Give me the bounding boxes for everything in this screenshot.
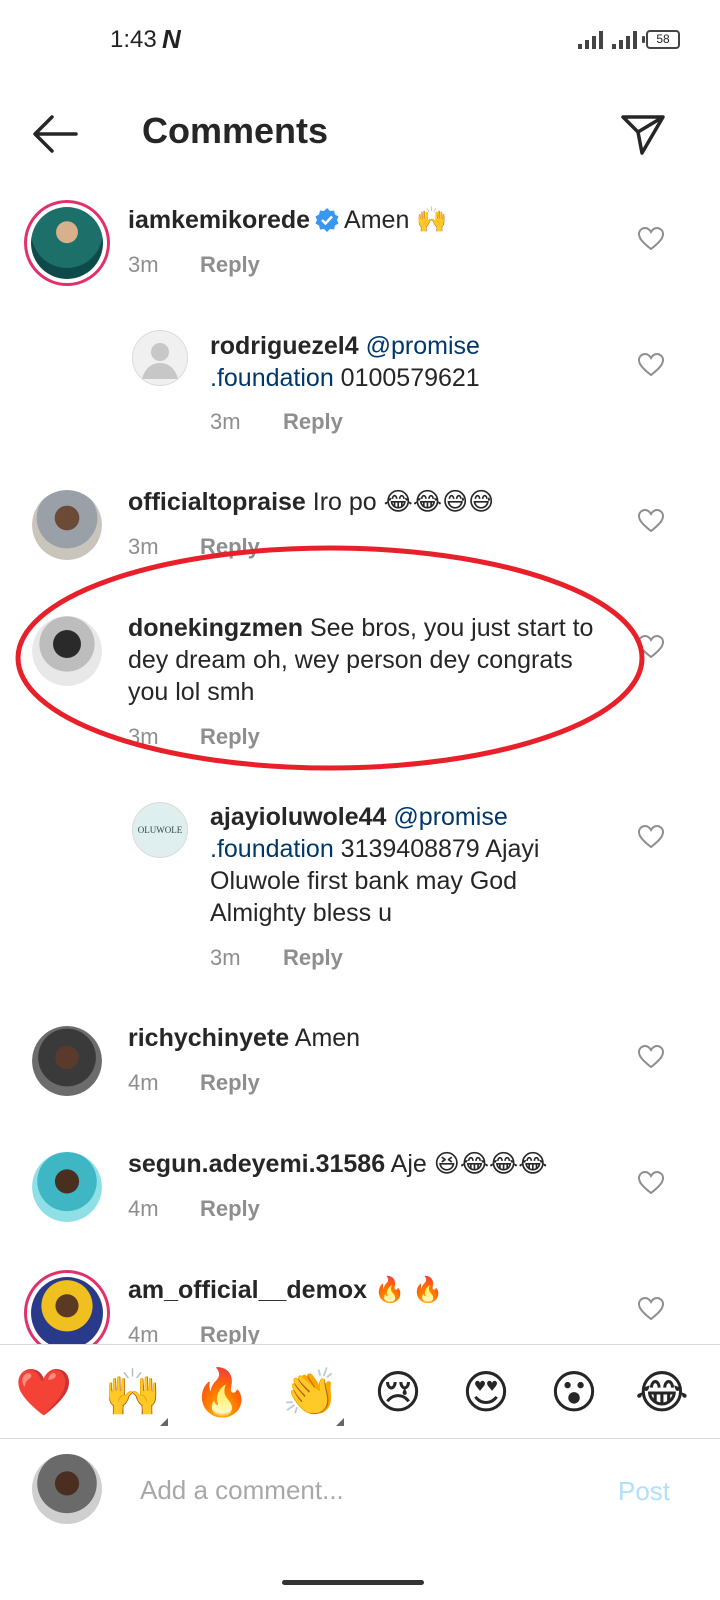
status-bar: 1:43 N 58 — [0, 0, 720, 80]
avatar[interactable] — [24, 200, 110, 286]
like-heart-icon[interactable] — [638, 508, 664, 534]
post-button[interactable]: Post — [618, 1476, 670, 1507]
like-heart-icon[interactable] — [638, 1044, 664, 1070]
comment-username[interactable]: ajayioluwole44 — [210, 803, 386, 831]
avatar[interactable] — [32, 1026, 102, 1096]
like-heart-icon[interactable] — [638, 1296, 664, 1322]
back-arrow-icon[interactable] — [30, 112, 80, 156]
emoji-variants-caret — [336, 1418, 344, 1426]
send-icon[interactable] — [618, 108, 668, 158]
comment-composer: Post — [0, 1440, 720, 1550]
network-type-icon: N — [162, 24, 181, 54]
comment-time: 4m — [128, 1070, 159, 1095]
emoji-variants-caret — [160, 1418, 168, 1426]
reply-button[interactable]: Reply — [283, 409, 343, 435]
comment-username[interactable]: iamkemikorede — [128, 206, 310, 234]
avatar[interactable] — [24, 1270, 110, 1344]
reply-button[interactable]: Reply — [200, 1196, 260, 1222]
emoji-laughing-button[interactable]: 😂 — [632, 1362, 692, 1422]
divider — [0, 1344, 720, 1345]
comment-text: 0100579621 — [340, 364, 480, 392]
comment-time: 4m — [128, 1322, 159, 1344]
reply-button[interactable]: Reply — [200, 252, 260, 278]
avatar-logo-text: OLUWOLE — [137, 825, 183, 835]
comment-text: 🔥 🔥 — [373, 1276, 444, 1304]
header: Comments — [0, 90, 720, 180]
comment-item: am_official__demox 🔥 🔥 4m Reply — [0, 1260, 720, 1344]
avatar[interactable] — [132, 330, 188, 386]
comment-text: Amen 🙌 — [344, 206, 448, 234]
current-user-avatar — [32, 1454, 102, 1524]
default-avatar-icon — [142, 343, 178, 379]
signal-icon-2 — [612, 31, 637, 49]
emoji-fire-button[interactable]: 🔥 — [192, 1362, 252, 1422]
avatar[interactable]: OLUWOLE — [132, 802, 188, 858]
comment-username[interactable]: richychinyete — [128, 1024, 289, 1052]
add-comment-input[interactable] — [140, 1470, 580, 1510]
battery-icon: 58 — [642, 30, 680, 49]
like-heart-icon[interactable] — [638, 352, 664, 378]
emoji-quick-bar: ❤️ 🙌 🔥 👏 😢 😍 😮 😂 — [0, 1346, 720, 1438]
comment-time: 3m — [128, 252, 159, 277]
comment-username[interactable]: officialtopraise — [128, 488, 306, 516]
comment-time: 3m — [210, 945, 241, 970]
comment-time: 3m — [210, 409, 241, 434]
like-heart-icon[interactable] — [638, 824, 664, 850]
comment-time: 4m — [128, 1196, 159, 1221]
reply-button[interactable]: Reply — [200, 1070, 260, 1096]
avatar[interactable] — [32, 1152, 102, 1222]
like-heart-icon[interactable] — [638, 1170, 664, 1196]
verified-badge-icon — [315, 208, 339, 232]
comment-username[interactable]: segun.adeyemi.31586 — [128, 1150, 385, 1178]
emoji-heart-eyes-button[interactable]: 😍 — [456, 1362, 516, 1422]
comment-text: Iro po 😂😂😅😅 — [312, 488, 495, 516]
home-indicator[interactable] — [282, 1580, 424, 1585]
comment-username[interactable]: rodriguezel4 — [210, 332, 359, 360]
reply-button[interactable]: Reply — [283, 945, 343, 971]
emoji-surprised-button[interactable]: 😮 — [544, 1362, 604, 1422]
page-title: Comments — [142, 110, 329, 151]
status-time: 1:43 — [110, 26, 157, 53]
signal-icon — [578, 31, 603, 49]
like-heart-icon[interactable] — [638, 226, 664, 252]
emoji-clapping-button[interactable]: 👏 — [281, 1362, 341, 1422]
divider — [0, 1438, 720, 1439]
comment-text: Aje 😆😂😂😂 — [390, 1150, 548, 1178]
reply-button[interactable]: Reply — [200, 1322, 260, 1344]
emoji-crying-button[interactable]: 😢 — [368, 1362, 428, 1422]
emoji-raising-hands-button[interactable]: 🙌 — [103, 1362, 163, 1422]
red-highlight-ellipse — [15, 545, 645, 771]
comment-text: Amen — [294, 1024, 361, 1052]
emoji-heart-button[interactable]: ❤️ — [14, 1362, 74, 1422]
comment-username[interactable]: am_official__demox — [128, 1276, 367, 1304]
